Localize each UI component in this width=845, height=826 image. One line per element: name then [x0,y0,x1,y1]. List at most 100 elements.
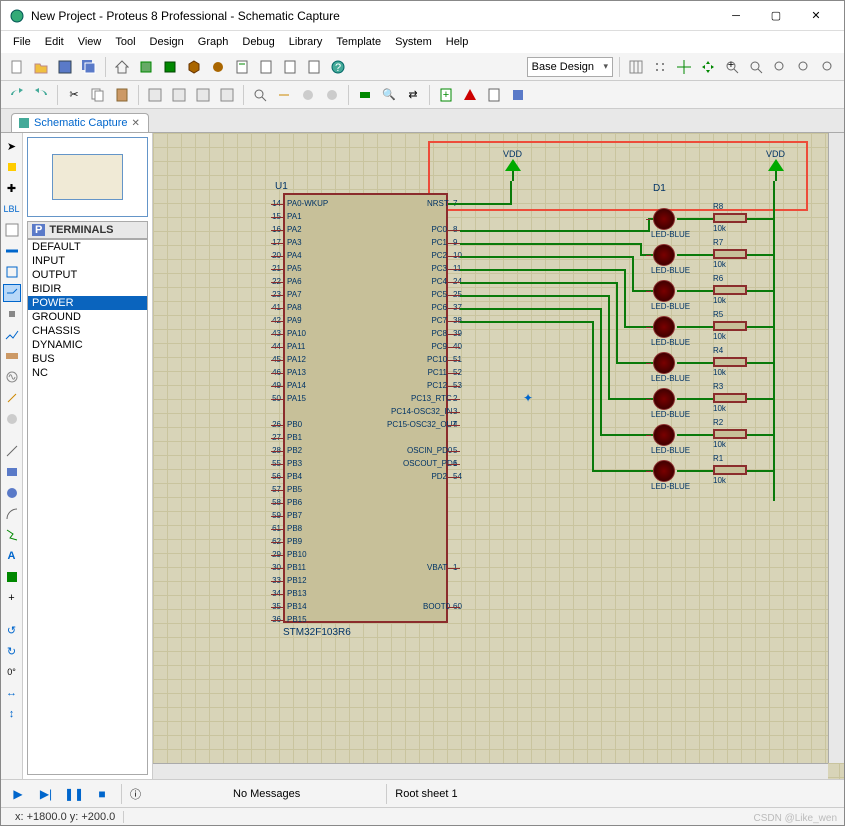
schematic-icon[interactable] [136,57,156,77]
close-button[interactable]: ✕ [796,2,836,30]
rect-icon[interactable] [3,463,21,481]
symbol-icon[interactable] [3,568,21,586]
home-icon[interactable] [112,57,132,77]
text-icon[interactable]: A [3,547,21,565]
led-component[interactable] [653,208,675,230]
menu-template[interactable]: Template [330,34,387,50]
scrollbar-vertical[interactable] [828,133,844,763]
menu-tool[interactable]: Tool [109,34,141,50]
play-button[interactable]: ▶ [7,784,29,804]
chip-reference[interactable]: U1 [275,181,288,192]
circle-icon[interactable] [3,484,21,502]
resistor-component[interactable] [713,249,747,259]
resistor-component[interactable] [713,213,747,223]
block-rotate-icon[interactable] [193,85,213,105]
chip-part[interactable]: STM32F103R6 [283,627,351,638]
pause-button[interactable]: ❚❚ [63,784,85,804]
netlist-icon[interactable] [484,85,504,105]
led-reference[interactable]: D1 [653,183,666,194]
led-component[interactable] [653,280,675,302]
report-icon[interactable] [304,57,324,77]
menu-library[interactable]: Library [283,34,329,50]
add-sheet-icon[interactable]: + [436,85,456,105]
terminal-output[interactable]: OUTPUT [28,268,147,282]
block-copy-icon[interactable] [145,85,165,105]
junction-icon[interactable]: ✚ [3,179,21,197]
select-mode-icon[interactable]: ➤ [3,137,21,155]
resistor-component[interactable] [713,357,747,367]
pcb-icon[interactable] [160,57,180,77]
zoom-in-icon[interactable]: + [722,57,742,77]
find-icon[interactable] [250,85,270,105]
text-script-icon[interactable] [3,221,21,239]
vdd-terminal-2[interactable]: VDD [766,149,785,181]
terminal-dynamic[interactable]: DYNAMIC [28,338,147,352]
graph-mode-icon[interactable] [3,326,21,344]
plus-icon[interactable]: + [3,589,21,607]
tab-schematic-capture[interactable]: Schematic Capture ✕ [11,113,149,132]
block-delete-icon[interactable] [217,85,237,105]
resistor-component[interactable] [713,321,747,331]
scrollbar-horizontal[interactable] [153,763,828,779]
flip-h-icon[interactable]: ↔ [3,684,21,702]
led-component[interactable] [653,244,675,266]
resistor-component[interactable] [713,429,747,439]
instrument-icon[interactable] [3,410,21,428]
line-icon[interactable] [3,442,21,460]
maximize-button[interactable]: ▢ [756,2,796,30]
grid-icon[interactable] [626,57,646,77]
menu-system[interactable]: System [389,34,438,50]
zoom-fit-icon[interactable] [770,57,790,77]
save-all-icon[interactable] [79,57,99,77]
path-icon[interactable] [3,526,21,544]
tool-b-icon[interactable] [322,85,342,105]
package-icon[interactable] [355,85,375,105]
menu-graph[interactable]: Graph [192,34,235,50]
transfer-icon[interactable] [508,85,528,105]
bom-icon[interactable] [232,57,252,77]
flip-v-icon[interactable]: ↕ [3,705,21,723]
menu-design[interactable]: Design [144,34,190,50]
binoculars-icon[interactable]: 🔍 [379,85,399,105]
3d-icon[interactable] [184,57,204,77]
resistor-component[interactable] [713,393,747,403]
menu-debug[interactable]: Debug [236,34,280,50]
minimize-button[interactable]: ─ [716,2,756,30]
save-icon[interactable] [55,57,75,77]
tape-icon[interactable] [3,347,21,365]
led-component[interactable] [653,316,675,338]
help-icon[interactable]: ? [328,57,348,77]
gerber-icon[interactable] [208,57,228,77]
vdd-terminal-1[interactable]: VDD [503,149,522,181]
led-component[interactable] [653,460,675,482]
zoom-area-icon[interactable] [794,57,814,77]
terminal-bidir[interactable]: BIDIR [28,282,147,296]
bus-icon[interactable] [3,242,21,260]
schematic-canvas[interactable]: U1 STM32F103R6 14 PA0-WKUP 15 PA1 16 PA2… [153,133,844,779]
rotate-ccw-icon[interactable]: ↺ [3,621,21,639]
origin-icon[interactable] [674,57,694,77]
resistor-component[interactable] [713,465,747,475]
generator-icon[interactable] [3,368,21,386]
terminal-default[interactable]: DEFAULT [28,240,147,254]
label-icon[interactable]: LBL [3,200,21,218]
paste-icon[interactable] [112,85,132,105]
probe-icon[interactable] [3,389,21,407]
terminal-nc[interactable]: NC [28,366,147,380]
erc-icon[interactable] [460,85,480,105]
terminal-ground[interactable]: GROUND [28,310,147,324]
block-move-icon[interactable] [169,85,189,105]
terminal-bus[interactable]: BUS [28,352,147,366]
terminal-mode-icon[interactable] [3,284,21,302]
wire-tool-icon[interactable] [274,85,294,105]
menu-file[interactable]: File [7,34,37,50]
terminal-power[interactable]: POWER [28,296,147,310]
led-component[interactable] [653,424,675,446]
subcircuit-icon[interactable] [3,263,21,281]
device-pin-icon[interactable] [3,305,21,323]
terminal-input[interactable]: INPUT [28,254,147,268]
open-icon[interactable] [31,57,51,77]
doc-icon[interactable] [280,57,300,77]
menu-edit[interactable]: Edit [39,34,70,50]
code-icon[interactable] [256,57,276,77]
